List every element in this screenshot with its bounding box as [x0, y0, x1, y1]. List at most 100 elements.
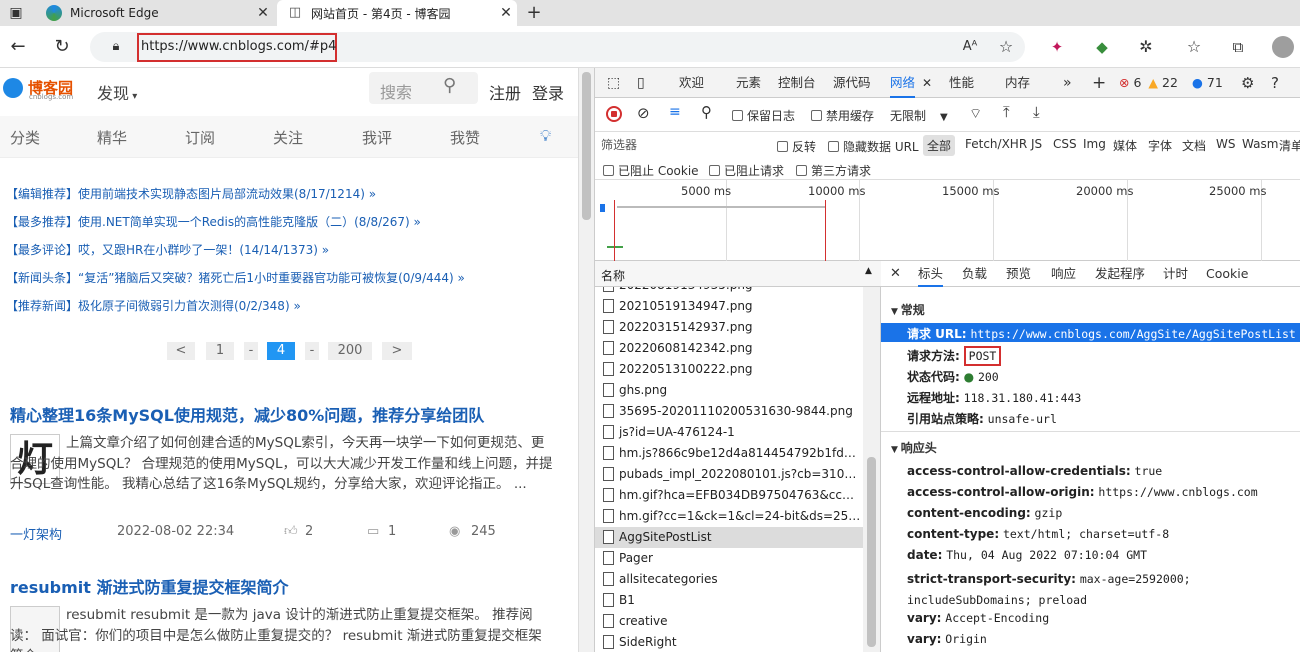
- pager-prev[interactable]: <: [167, 342, 195, 360]
- extensions-icon[interactable]: ✲: [1134, 35, 1158, 59]
- response-header[interactable]: content-encoding: gzip: [907, 506, 1062, 520]
- messages-counter[interactable]: ● 71: [1192, 68, 1223, 98]
- invert-checkbox[interactable]: 反转: [777, 138, 816, 155]
- request-row[interactable]: allsitecategories: [595, 569, 863, 590]
- tab-payload[interactable]: 负载: [962, 261, 987, 287]
- request-row[interactable]: ghs.png: [595, 380, 863, 401]
- request-list-scrollbar[interactable]: [863, 287, 880, 652]
- nav-tab-category[interactable]: 分类: [10, 127, 40, 148]
- preserve-log-checkbox[interactable]: 保留日志: [732, 107, 795, 124]
- back-icon[interactable]: ←: [6, 35, 30, 59]
- tab-microsoft-edge[interactable]: Microsoft Edge ✕: [36, 0, 274, 26]
- nav-tab-follow[interactable]: 关注: [273, 127, 303, 148]
- tab-sources[interactable]: 源代码: [833, 68, 871, 98]
- device-emulation-icon[interactable]: ▯: [637, 68, 645, 98]
- blocked-requests-checkbox[interactable]: 已阻止请求: [709, 162, 784, 179]
- tab-network[interactable]: 网络: [890, 68, 916, 98]
- favorite-add-icon[interactable]: ☆: [994, 35, 1018, 59]
- recommendation-link[interactable]: 【新闻头条】“复活”猪脑后又突破？猪死亡后1小时重要器官功能可被恢复(0/9/4…: [6, 269, 465, 286]
- discover-menu[interactable]: 发现 ▾: [97, 80, 137, 104]
- request-row[interactable]: js?id=UA-476124-1: [595, 422, 863, 443]
- type-filter-wasm[interactable]: Wasm: [1242, 137, 1278, 151]
- export-har-icon[interactable]: ⤓: [1033, 103, 1040, 121]
- add-tab-icon[interactable]: +: [1092, 68, 1106, 98]
- header-status-code[interactable]: 状态代码: ● 200: [907, 368, 999, 385]
- post-title[interactable]: 精心整理16条MySQL使用规范，减少80%问题，推荐分享给团队: [10, 402, 484, 426]
- response-header[interactable]: date: Thu, 04 Aug 2022 07:10:04 GMT: [907, 548, 1147, 562]
- read-aloud-icon[interactable]: A͏ᴬ: [958, 35, 982, 59]
- register-link[interactable]: 注册: [489, 80, 521, 104]
- profile-avatar[interactable]: [1272, 36, 1294, 58]
- sort-up-icon[interactable]: ▲: [865, 266, 872, 276]
- header-referrer-policy[interactable]: 引用站点策略: unsafe-url: [907, 410, 1057, 427]
- network-overview[interactable]: 5000 ms 10000 ms 15000 ms 20000 ms 25000…: [595, 180, 1300, 261]
- favorites-icon[interactable]: ☆: [1182, 35, 1206, 59]
- help-icon[interactable]: ?: [1271, 68, 1279, 98]
- tab-cookie[interactable]: Cookie: [1206, 261, 1248, 287]
- page-scrollbar[interactable]: [578, 68, 594, 652]
- request-row[interactable]: Pager: [595, 548, 863, 569]
- type-filter-img[interactable]: Img: [1083, 137, 1106, 151]
- pager-current[interactable]: 4: [267, 342, 295, 360]
- request-row[interactable]: B1: [595, 590, 863, 611]
- request-row[interactable]: 20210519134947.png: [595, 296, 863, 317]
- tab-welcome[interactable]: 欢迎: [679, 68, 704, 98]
- disable-cache-checkbox[interactable]: 禁用缓存: [811, 107, 874, 124]
- type-filter-ws[interactable]: WS: [1216, 137, 1235, 151]
- response-header[interactable]: strict-transport-security: max-age=25920…: [907, 569, 1300, 611]
- like-icon[interactable]: 👍︎: [284, 524, 298, 539]
- tab-preview[interactable]: 预览: [1006, 261, 1031, 287]
- tab-headers[interactable]: 标头: [918, 261, 944, 287]
- type-filter-xhr[interactable]: Fetch/XHR: [965, 137, 1027, 151]
- scrollbar-thumb[interactable]: [582, 72, 591, 220]
- cnblogs-logo-icon[interactable]: [3, 78, 23, 98]
- scrollbar-thumb[interactable]: [867, 457, 876, 647]
- header-remote-address[interactable]: 远程地址: 118.31.180.41:443: [907, 389, 1081, 406]
- general-section-toggle[interactable]: ▼ 常规: [891, 301, 925, 318]
- tab-elements[interactable]: 元素: [736, 68, 761, 98]
- search-icon[interactable]: ⚲: [701, 103, 712, 121]
- lightbulb-icon[interactable]: 💡︎: [540, 126, 551, 146]
- tab-response[interactable]: 响应: [1051, 261, 1076, 287]
- type-filter-media[interactable]: 媒体: [1113, 137, 1137, 154]
- close-icon[interactable]: ✕: [252, 5, 274, 21]
- close-icon[interactable]: ✕: [890, 261, 901, 287]
- tab-performance[interactable]: 性能: [949, 68, 974, 98]
- response-header[interactable]: vary: Origin: [907, 632, 987, 646]
- nav-tab-my-comments[interactable]: 我评: [362, 127, 392, 148]
- blocked-cookie-checkbox[interactable]: 已阻止 Cookie: [603, 162, 699, 179]
- recommendation-link[interactable]: 【最多推荐】使用.NET简单实现一个Redis的高性能克隆版（二）(8/8/26…: [6, 213, 421, 230]
- request-row[interactable]: 20220608142342.png: [595, 338, 863, 359]
- recommendation-link[interactable]: 【推荐新闻】极化原子间微弱引力首次测得(0/2/348) »: [6, 297, 301, 314]
- name-column-header[interactable]: 名称: [601, 267, 625, 284]
- tab-timing[interactable]: 计时: [1163, 261, 1188, 287]
- nav-tab-subscribe[interactable]: 订阅: [185, 127, 215, 148]
- url-text[interactable]: https://www.cnblogs.com/#p4: [141, 39, 336, 54]
- type-filter-manifest[interactable]: 清单: [1279, 137, 1300, 154]
- pager-next[interactable]: >: [382, 342, 412, 360]
- network-conditions-icon[interactable]: ⌔: [969, 105, 982, 123]
- collections-icon[interactable]: ⧉: [1226, 35, 1250, 59]
- recommendation-link[interactable]: 【最多评论】哎，又跟HR在小群吵了一架！(14/14/1373) »: [6, 241, 329, 258]
- comment-icon[interactable]: ▭: [367, 524, 379, 539]
- nav-tab-my-likes[interactable]: 我赞: [450, 127, 480, 148]
- search-icon[interactable]: ⚲: [443, 75, 456, 96]
- post-author[interactable]: 一灯架构: [10, 524, 62, 543]
- throttle-select[interactable]: 无限制 ▼: [890, 107, 948, 124]
- extension-icon-2[interactable]: ◆: [1090, 35, 1114, 59]
- request-row[interactable]: 35695-20201110200531630-9844.png: [595, 401, 863, 422]
- request-row[interactable]: creative: [595, 611, 863, 632]
- type-filter-css[interactable]: CSS: [1053, 137, 1077, 151]
- recommendation-link[interactable]: 【编辑推荐】使用前端技术实现静态图片局部流动效果(8/17/1214) »: [6, 185, 376, 202]
- record-icon[interactable]: [606, 106, 622, 122]
- request-row[interactable]: hm.gif?hca=EFB034DB97504763&cc=1&ck=1...: [595, 485, 863, 506]
- filter-input[interactable]: 筛选器: [601, 136, 761, 154]
- lock-icon[interactable]: 🔒︎: [104, 35, 128, 59]
- pager-last[interactable]: 200: [328, 342, 372, 360]
- request-row[interactable]: pubads_impl_2022080101.js?cb=31068740: [595, 464, 863, 485]
- close-icon[interactable]: ✕: [495, 5, 517, 21]
- clear-icon[interactable]: ⊘: [637, 104, 650, 122]
- response-header[interactable]: vary: Accept-Encoding: [907, 611, 1049, 625]
- type-filter-doc[interactable]: 文档: [1182, 137, 1206, 154]
- import-har-icon[interactable]: ⤒: [1003, 103, 1010, 121]
